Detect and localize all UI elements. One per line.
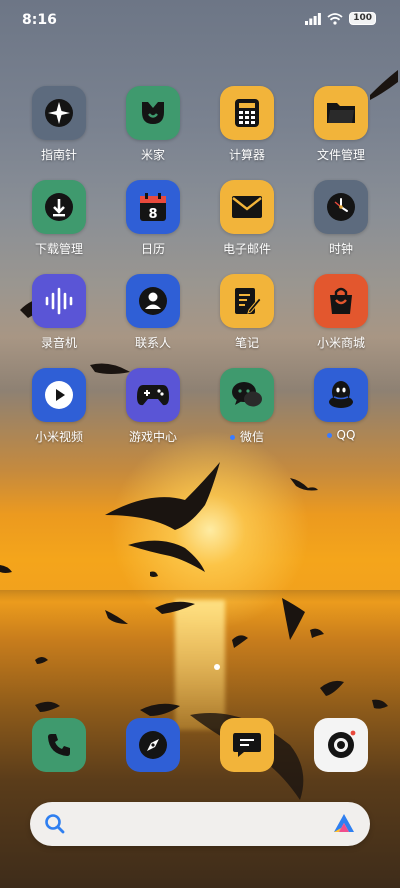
- notes-icon: [220, 274, 274, 328]
- ai-assistant-icon[interactable]: [332, 812, 356, 836]
- app-label: 指南针: [40, 148, 77, 162]
- camera-icon: [328, 730, 356, 758]
- app-label: 笔记: [234, 336, 259, 350]
- app-label: 日历: [140, 242, 165, 256]
- shopping-bag-icon: [314, 274, 368, 328]
- app-mi-video[interactable]: 小米视频: [14, 368, 104, 445]
- app-label: 电子邮件: [222, 242, 271, 256]
- app-email[interactable]: 电子邮件: [202, 180, 292, 257]
- app-game-center[interactable]: 游戏中心: [108, 368, 198, 445]
- folder-icon: [314, 86, 368, 140]
- contacts-icon: [126, 274, 180, 328]
- app-notes[interactable]: 笔记: [202, 274, 292, 351]
- calculator-icon: [220, 86, 274, 140]
- phone-icon: [48, 734, 70, 756]
- app-label: 计算器: [228, 148, 265, 162]
- app-label: 微信: [202, 428, 292, 445]
- wifi-icon: [327, 12, 343, 25]
- app-contacts[interactable]: 联系人: [108, 274, 198, 351]
- app-label: 小米视频: [34, 430, 83, 444]
- app-label: 文件管理: [316, 148, 365, 162]
- new-install-dot: [326, 433, 332, 438]
- app-label: 联系人: [134, 336, 171, 350]
- dock-messages[interactable]: [220, 718, 274, 772]
- browser-compass-icon: [139, 731, 167, 759]
- app-label: 小米商城: [316, 336, 365, 350]
- dock-camera[interactable]: [314, 718, 368, 772]
- app-clock[interactable]: 时钟: [296, 180, 386, 257]
- signal-icon: [305, 12, 322, 25]
- status-icons: 100: [305, 12, 376, 25]
- status-bar: 8:16 100: [0, 0, 400, 40]
- app-label: 录音机: [40, 336, 77, 350]
- calendar-day: 8: [148, 207, 157, 222]
- app-label: 米家: [140, 148, 165, 162]
- video-play-icon: [32, 368, 86, 422]
- app-file-manager[interactable]: 文件管理: [296, 86, 386, 163]
- download-icon: [32, 180, 86, 234]
- dock-browser[interactable]: [126, 718, 180, 772]
- app-mijia[interactable]: 米家: [108, 86, 198, 163]
- mijia-icon: [126, 86, 180, 140]
- wechat-icon: [220, 368, 274, 422]
- clock-icon: [314, 180, 368, 234]
- calendar-icon: 8: [126, 180, 180, 234]
- qq-icon: [314, 368, 368, 422]
- page-indicator-dot[interactable]: [214, 664, 220, 670]
- gamepad-icon: [126, 368, 180, 422]
- app-wechat[interactable]: 微信: [202, 368, 292, 445]
- search-icon: [45, 814, 65, 834]
- dock-phone[interactable]: [32, 718, 86, 772]
- status-time: 8:16: [22, 12, 57, 28]
- app-label: 下载管理: [34, 242, 83, 256]
- new-install-dot: [229, 435, 235, 440]
- app-compass[interactable]: 指南针: [14, 86, 104, 163]
- mail-icon: [220, 180, 274, 234]
- app-voice-recorder[interactable]: 录音机: [14, 274, 104, 351]
- app-mi-store[interactable]: 小米商城: [296, 274, 386, 351]
- app-label: 游戏中心: [128, 430, 177, 444]
- search-bar[interactable]: [30, 802, 370, 846]
- app-label: QQ: [296, 428, 386, 442]
- app-qq[interactable]: QQ: [296, 368, 386, 442]
- voice-recorder-icon: [32, 274, 86, 328]
- compass-icon: [32, 86, 86, 140]
- app-calculator[interactable]: 计算器: [202, 86, 292, 163]
- app-calendar[interactable]: 8 日历: [108, 180, 198, 257]
- app-label: 时钟: [328, 242, 353, 256]
- message-icon: [233, 733, 261, 757]
- app-download-manager[interactable]: 下载管理: [14, 180, 104, 257]
- battery-indicator: 100: [349, 12, 376, 25]
